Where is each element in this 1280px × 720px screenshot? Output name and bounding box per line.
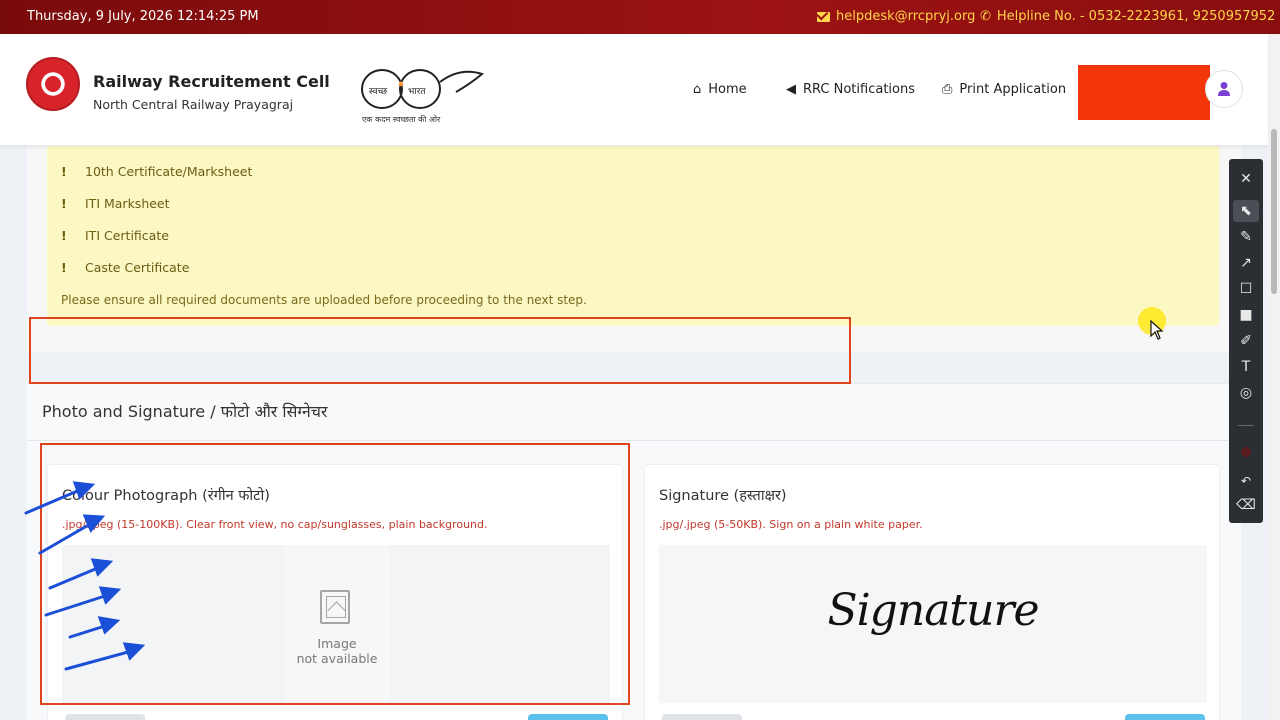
notice-item: ! Caste Certificate [61,260,189,275]
text-icon[interactable]: T [1233,356,1259,378]
signature-sample: Signature [827,585,1039,636]
toolbar-divider [1238,425,1254,426]
swachh-bharat-logo: स्वच्छ भारत [361,69,485,109]
signature-hint: .jpg/.jpeg (5-50KB). Sign on a plain whi… [659,518,923,531]
notice-item-text: ITI Certificate [85,228,169,243]
scrollbar-thumb[interactable] [1271,129,1277,294]
section-title: Photo and Signature / फोटो और सिग्नेचर [42,402,328,421]
annotation-toolbar: ✕ ⬉ ✎ ↗ ☐ ■ ✐ T ◎ ↶ ⌫ [1229,159,1263,523]
helpline-text: Helpline No. - 0532-2223961, 9250957952 [996,9,1276,24]
top-bar: Thursday, 9 July, 2026 12:14:25 PM helpd… [0,0,1280,34]
exclamation-icon: ! [61,260,67,275]
nav-notifications-label: RRC Notifications [803,82,915,97]
redacted-block [1078,65,1210,120]
signature-title: Signature (हस्ताक्षर) [659,488,787,504]
signature-upload-button[interactable] [1125,714,1205,720]
filled-rectangle-icon[interactable]: ■ [1233,304,1259,326]
user-icon [1218,82,1230,96]
color-swatch[interactable] [1241,447,1251,457]
megaphone-icon: ◀ [786,82,796,97]
stamp-icon[interactable]: ◎ [1233,382,1259,404]
notice-item-text: ITI Marksheet [85,196,170,211]
arrow-icon[interactable]: ↗ [1233,252,1259,274]
email-link[interactable]: helpdesk@rrcpryj.org [817,9,975,24]
undo-icon[interactable]: ↶ [1233,470,1259,492]
printer-icon: ⎙ [942,82,953,97]
notice-item-text: 10th Certificate/Marksheet [85,164,253,179]
mouse-cursor-icon [1150,320,1164,340]
nav-print-application[interactable]: ⎙ Print Application [942,82,1066,97]
pointer-icon[interactable]: ⬉ [1233,200,1259,222]
documents-notice: ! 10th Certificate/Marksheet ! ITI Markshe… [47,146,1219,326]
notice-item: ! ITI Marksheet [61,196,170,211]
email-text: helpdesk@rrcpryj.org [836,9,976,24]
swachh-left-text: स्वच्छ [369,87,388,97]
signature-upload-card: Signature (हस्ताक्षर) .jpg/.jpeg (5-50KB… [644,464,1220,720]
notice-item-text: Caste Certificate [85,260,190,275]
photo-change-button[interactable] [65,714,145,720]
railway-logo[interactable] [26,57,80,111]
nav-home[interactable]: ⌂ Home [693,82,747,97]
notice-item: ! ITI Certificate [61,228,169,243]
swachh-right-text: भारत [408,87,426,97]
close-icon[interactable]: ✕ [1233,168,1259,190]
rectangle-icon[interactable]: ☐ [1233,278,1259,300]
signature-change-button[interactable] [662,714,742,720]
annotation-arrows [24,481,146,671]
phone-icon: ✆ [980,9,991,24]
nav-print-label: Print Application [959,82,1067,97]
eraser-icon[interactable]: ⌫ [1233,494,1259,516]
notice-note: Please ensure all required documents are… [61,293,587,307]
page-scrollbar[interactable] [1268,34,1280,720]
org-subtitle: North Central Railway Prayagraj [93,97,294,112]
pen-icon[interactable]: ✎ [1233,226,1259,248]
datetime-text: Thursday, 9 July, 2026 12:14:25 PM [27,9,259,24]
section-divider [27,440,1241,441]
mail-icon [817,11,830,22]
signature-preview[interactable]: Signature [659,545,1207,703]
user-avatar-button[interactable] [1205,70,1243,108]
site-header: Railway Recruitement Cell North Central … [0,34,1268,146]
nav-rrc-notifications[interactable]: ◀ RRC Notifications [786,82,915,97]
exclamation-icon: ! [61,196,67,211]
swachh-tagline: एक कदम स्वच्छता की ओर [362,115,441,124]
exclamation-icon: ! [61,228,67,243]
exclamation-icon: ! [61,164,67,179]
helpline: ✆ Helpline No. - 0532-2223961, 925095795… [980,9,1275,24]
org-title: Railway Recruitement Cell [93,72,330,91]
annotation-box [29,317,851,384]
home-icon: ⌂ [693,82,702,97]
photo-upload-button[interactable] [528,714,608,720]
nav-home-label: Home [708,82,747,97]
highlighter-icon[interactable]: ✐ [1233,330,1259,352]
notice-item: ! 10th Certificate/Marksheet [61,164,252,179]
